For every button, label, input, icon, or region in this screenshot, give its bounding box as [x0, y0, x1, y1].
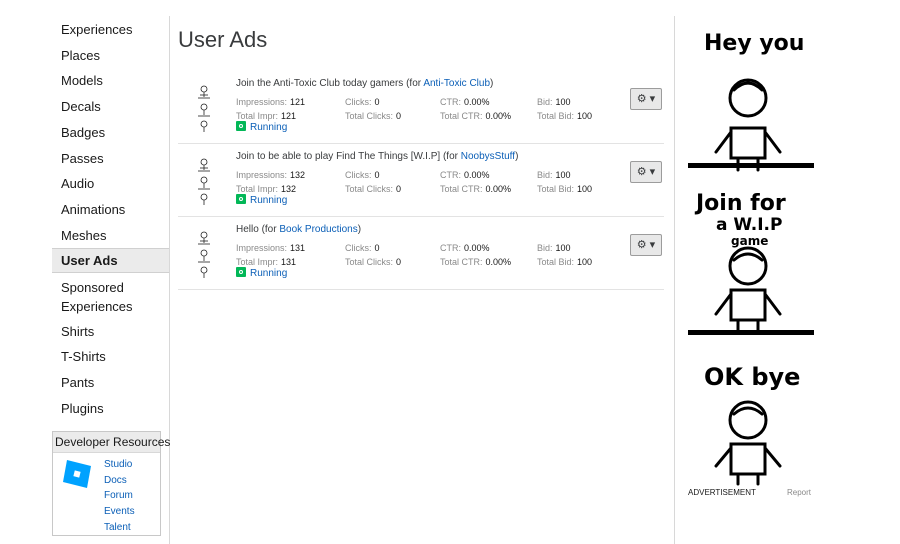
stat-total-impr: Total Impr: 121 — [236, 111, 297, 121]
ad-row: Hello (for Book Productions) Impressions… — [178, 217, 664, 290]
stick-figure-2 — [714, 246, 782, 332]
stat-total-ctr: Total CTR: 0.00% — [440, 111, 512, 121]
report-ad-link[interactable]: Report — [787, 488, 811, 497]
ad-settings-gear-button[interactable]: ⚙ ▾ — [630, 234, 662, 256]
dev-link-talent[interactable]: Talent — [104, 522, 131, 533]
page-title: User Ads — [178, 27, 268, 52]
stat-total-ctr: Total CTR: 0.00% — [440, 184, 512, 194]
nav-item-meshes[interactable]: Meshes — [52, 226, 169, 245]
ad-title: Join to be able to play Find The Things … — [236, 151, 519, 162]
advert-divider — [674, 16, 675, 544]
stat-impressions: Impressions: 121 — [236, 97, 306, 107]
advert-text-4: game — [731, 234, 768, 248]
dev-link-events[interactable]: Events — [104, 506, 135, 517]
stat-clicks: Clicks: 0 — [345, 97, 380, 107]
studio-logo-icon[interactable] — [61, 458, 93, 490]
advertisement-image[interactable]: Hey you Join for a W.I.P game OK bye — [686, 20, 816, 486]
ad-target-link[interactable]: Book Productions — [279, 224, 357, 235]
nav-item-t-shirts[interactable]: T-Shirts — [52, 347, 169, 366]
nav-item-animations[interactable]: Animations — [52, 200, 169, 219]
nav-item-plugins[interactable]: Plugins — [52, 399, 169, 418]
advert-text-2: Join for — [694, 191, 786, 216]
status-running: Running — [236, 194, 287, 206]
stat-total-impr: Total Impr: 132 — [236, 184, 297, 194]
nav-item-pants[interactable]: Pants — [52, 373, 169, 392]
stat-total-bid: Total Bid: 100 — [537, 184, 593, 194]
nav-item-experiences[interactable]: Experiences — [52, 20, 169, 39]
nav-item-badges[interactable]: Badges — [52, 123, 169, 142]
stat-bid: Bid: 100 — [537, 243, 571, 253]
stick-figure-1 — [714, 78, 782, 172]
advert-text-3: a W.I.P — [716, 215, 782, 235]
ad-row: Join to be able to play Find The Things … — [178, 144, 664, 217]
nav-item-user-ads[interactable]: User Ads — [52, 248, 169, 273]
ad-thumbnail[interactable] — [192, 223, 216, 281]
advert-text-5: OK bye — [704, 363, 800, 391]
nav-item-places[interactable]: Places — [52, 46, 169, 65]
ad-settings-gear-button[interactable]: ⚙ ▾ — [630, 88, 662, 110]
nav-item-audio[interactable]: Audio — [52, 174, 169, 193]
stat-total-clicks: Total Clicks: 0 — [345, 111, 402, 121]
ad-target-link[interactable]: Anti-Toxic Club — [423, 78, 490, 89]
stat-ctr: CTR: 0.00% — [440, 97, 490, 107]
stat-total-bid: Total Bid: 100 — [537, 257, 593, 267]
stat-total-ctr: Total CTR: 0.00% — [440, 257, 512, 267]
status-running: Running — [236, 267, 287, 279]
running-status-icon — [236, 121, 246, 131]
stat-ctr: CTR: 0.00% — [440, 243, 490, 253]
panel-divider-2 — [688, 330, 814, 335]
stat-impressions: Impressions: 131 — [236, 243, 306, 253]
nav-item-shirts[interactable]: Shirts — [52, 322, 169, 341]
advert-text-1: Hey you — [704, 31, 804, 56]
nav-item-sponsored-experiences[interactable]: Sponsored Experiences — [52, 278, 169, 316]
stat-total-impr: Total Impr: 131 — [236, 257, 297, 267]
dev-link-docs[interactable]: Docs — [104, 475, 127, 486]
dev-link-forum[interactable]: Forum — [104, 490, 133, 501]
ad-row: Join the Anti-Toxic Club today gamers (f… — [178, 71, 664, 144]
developer-resources-panel: Developer Resources Studio Docs Forum Ev… — [52, 431, 170, 536]
stat-clicks: Clicks: 0 — [345, 170, 380, 180]
ad-title: Hello (for Book Productions) — [236, 224, 362, 235]
panel-divider-1 — [688, 163, 814, 168]
stat-bid: Bid: 100 — [537, 170, 571, 180]
developer-resources-title: Developer Resources — [53, 432, 170, 453]
stat-impressions: Impressions: 132 — [236, 170, 306, 180]
ad-settings-gear-button[interactable]: ⚙ ▾ — [630, 161, 662, 183]
ad-thumbnail[interactable] — [192, 77, 216, 135]
nav-item-sponsored-line1: Sponsored — [61, 280, 124, 295]
ad-target-link[interactable]: NoobysStuff — [461, 151, 515, 162]
stat-bid: Bid: 100 — [537, 97, 571, 107]
nav-item-passes[interactable]: Passes — [52, 149, 169, 168]
nav-item-decals[interactable]: Decals — [52, 97, 169, 116]
running-status-icon — [236, 194, 246, 204]
advertisement-label: ADVERTISEMENT — [688, 488, 756, 497]
stat-ctr: CTR: 0.00% — [440, 170, 490, 180]
running-status-icon — [236, 267, 246, 277]
nav-item-models[interactable]: Models — [52, 71, 169, 90]
ad-title: Join the Anti-Toxic Club today gamers (f… — [236, 78, 494, 89]
stick-figure-3 — [714, 400, 782, 486]
dev-link-studio[interactable]: Studio — [104, 459, 132, 470]
ad-thumbnail[interactable] — [192, 150, 216, 208]
stat-total-bid: Total Bid: 100 — [537, 111, 593, 121]
stat-clicks: Clicks: 0 — [345, 243, 380, 253]
status-running: Running — [236, 121, 287, 133]
nav-item-sponsored-line2: Experiences — [61, 299, 133, 314]
stat-total-clicks: Total Clicks: 0 — [345, 184, 402, 194]
stat-total-clicks: Total Clicks: 0 — [345, 257, 402, 267]
